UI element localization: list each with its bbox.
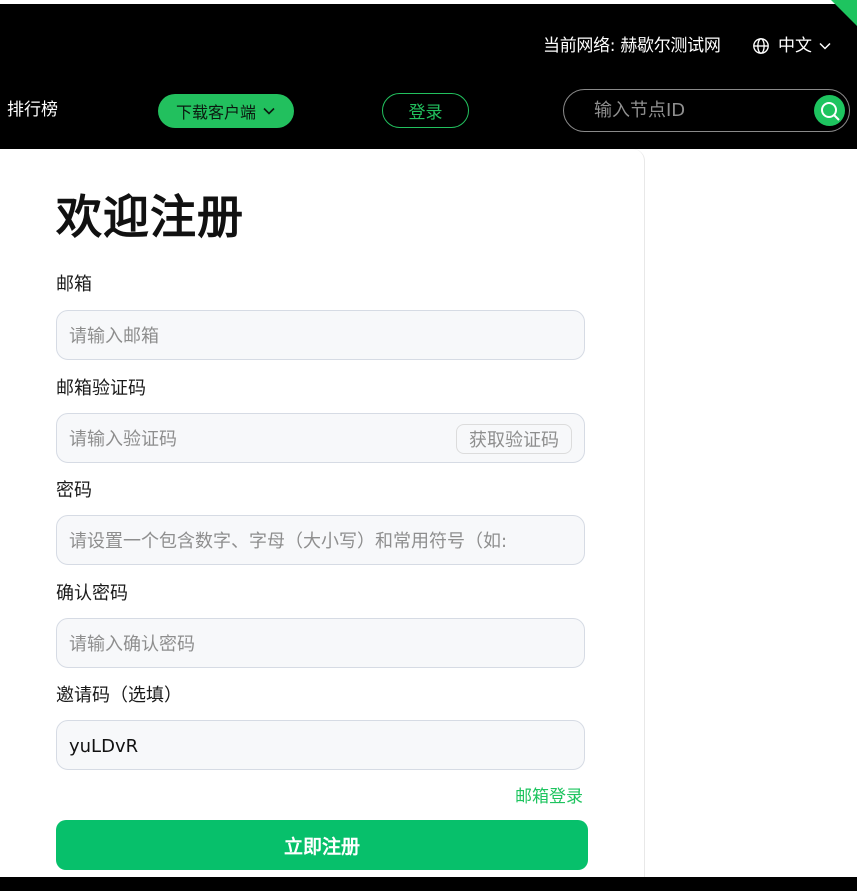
search-icon xyxy=(820,101,840,121)
corner-accent xyxy=(831,0,857,26)
chevron-down-icon xyxy=(263,107,275,115)
chevron-down-icon xyxy=(819,42,831,50)
confirm-password-field-wrapper xyxy=(56,618,585,668)
current-network[interactable]: 当前网络: 赫歇尔测试网 xyxy=(543,34,721,58)
verification-code-field[interactable] xyxy=(69,426,429,452)
confirm-password-label: 确认密码 xyxy=(56,583,128,604)
invite-code-field-wrapper xyxy=(56,720,585,770)
search-button[interactable] xyxy=(814,95,845,126)
node-search xyxy=(563,89,850,132)
page-title: 欢迎注册 xyxy=(56,190,244,244)
login-button[interactable]: 登录 xyxy=(382,93,469,128)
register-button[interactable]: 立即注册 xyxy=(56,820,588,870)
password-label: 密码 xyxy=(56,480,92,501)
email-label: 邮箱 xyxy=(56,274,92,295)
globe-icon xyxy=(753,38,769,54)
language-label: 中文 xyxy=(778,36,812,56)
download-label: 下载客户端 xyxy=(175,105,256,122)
email-login-link[interactable]: 邮箱登录 xyxy=(515,785,583,809)
password-field[interactable] xyxy=(69,528,569,554)
code-label: 邮箱验证码 xyxy=(56,378,146,399)
email-field[interactable] xyxy=(69,323,569,349)
invite-code-field[interactable] xyxy=(69,733,569,759)
nav-leaderboard[interactable]: 排行榜 xyxy=(7,98,58,122)
password-field-wrapper xyxy=(56,515,585,565)
confirm-password-field[interactable] xyxy=(69,631,569,657)
language-switcher[interactable]: 中文 xyxy=(752,34,832,58)
get-code-button[interactable]: 获取验证码 xyxy=(456,424,572,454)
email-field-wrapper xyxy=(56,310,585,360)
bottom-bar xyxy=(0,877,857,891)
code-field-wrapper: 获取验证码 xyxy=(56,413,585,463)
download-client-button[interactable]: 下载客户端 xyxy=(158,94,294,128)
invite-code-label: 邀请码（选填） xyxy=(56,685,182,706)
node-id-input[interactable] xyxy=(594,98,794,122)
